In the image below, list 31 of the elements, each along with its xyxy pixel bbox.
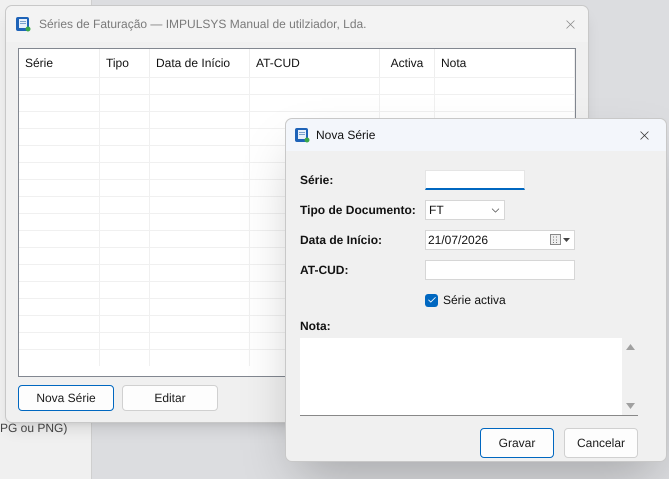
scroll-up-icon[interactable]	[626, 344, 634, 350]
dialog-button[interactable]: Editar	[122, 385, 218, 411]
dialog-button[interactable]: Cancelar	[564, 428, 638, 458]
text-field[interactable]	[425, 260, 575, 280]
column-header[interactable]: Activa	[390, 54, 424, 72]
app-icon	[15, 16, 31, 32]
text-field[interactable]	[425, 170, 525, 190]
calendar-dropdown-icon	[550, 234, 572, 246]
check-icon	[426, 295, 436, 305]
scroll-down-icon[interactable]	[626, 403, 634, 409]
background-text: PG ou PNG)	[0, 420, 68, 437]
app-icon	[294, 127, 310, 143]
active-checkbox[interactable]	[425, 294, 438, 306]
field-label: Nota:	[300, 318, 332, 335]
column-header[interactable]: Tipo	[106, 54, 129, 72]
dialog-title: Nova Série	[316, 127, 376, 144]
dialog-button[interactable]: Gravar	[480, 428, 554, 458]
column-header[interactable]: AT-CUD	[256, 54, 300, 72]
window-title: Séries de Faturação — IMPULSYS Manual de utilziador, Lda.	[39, 16, 368, 33]
field-label: Tipo de Documento:	[300, 202, 417, 219]
dialog-button[interactable]: Nova Série	[18, 385, 114, 411]
date-picker[interactable]: 21/07/2026	[425, 230, 575, 250]
type-dropdown[interactable]: FT	[425, 200, 505, 220]
checkbox-label: Série activa	[443, 292, 506, 309]
field-label: Data de Início:	[300, 232, 384, 249]
column-header[interactable]: Série	[25, 54, 54, 72]
note-field[interactable]	[300, 338, 638, 416]
field-label: Série:	[300, 172, 334, 189]
column-header[interactable]: Nota	[441, 54, 466, 72]
column-header[interactable]: Data de Início	[156, 54, 230, 72]
field-label: AT-CUD:	[300, 262, 350, 279]
